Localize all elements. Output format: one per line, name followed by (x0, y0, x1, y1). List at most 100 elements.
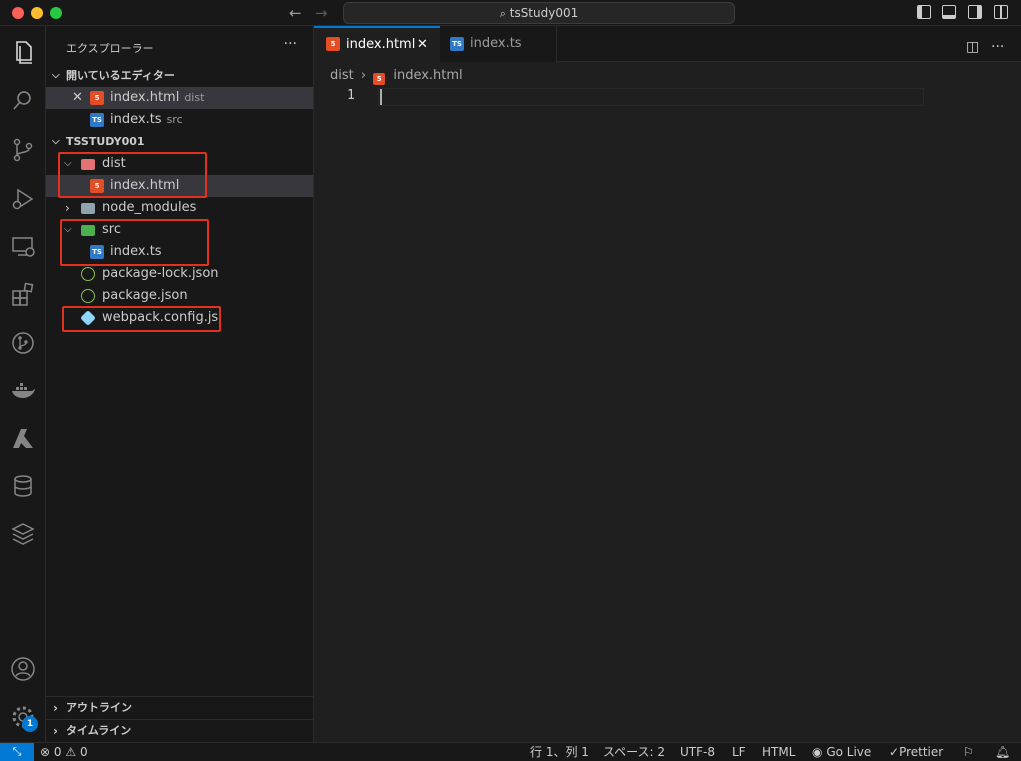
highlight-box-webpack (62, 306, 221, 332)
open-editor-item-index-html[interactable]: ✕ 5 index.html dist (46, 87, 313, 109)
highlight-box-dist (58, 152, 207, 198)
extensions-icon[interactable] (9, 281, 37, 309)
notifications-bell-icon[interactable]: 🔔︎ (995, 743, 1010, 761)
remote-indicator-icon[interactable]: ⤡ (0, 743, 34, 761)
customize-layout-icon[interactable] (994, 5, 1008, 19)
command-center[interactable]: ⌕ tsStudy001 (343, 2, 735, 24)
tree-item-label: package.json (102, 288, 188, 303)
tree-file-package-lock-json[interactable]: package-lock.json (46, 263, 313, 285)
prettier-label: Prettier (899, 745, 944, 759)
azure-icon[interactable] (9, 425, 37, 453)
error-icon: ⊗ (40, 745, 51, 759)
error-count: 0 (53, 745, 62, 759)
tree-item-label: node_modules (102, 200, 197, 215)
git-graph-icon[interactable] (9, 329, 37, 357)
html-file-icon: 5 (90, 91, 104, 105)
encoding[interactable]: UTF-8 (680, 743, 715, 761)
timeline-header[interactable]: › タイムライン (46, 720, 313, 742)
title-bar: ← → ⌕ tsStudy001 (0, 0, 1021, 26)
tree-folder-node-modules[interactable]: › node_modules (46, 197, 313, 219)
explorer-icon[interactable] (9, 38, 37, 66)
go-live-button[interactable]: ◉ Go Live (812, 743, 871, 761)
open-editor-label: index.html (110, 90, 180, 105)
project-header[interactable]: ⌵ TSSTUDY001 (46, 131, 313, 153)
warning-icon: ⚠ (65, 745, 77, 759)
chevron-right-icon: › (65, 201, 70, 215)
breadcrumb-folder[interactable]: dist (330, 68, 354, 83)
open-editor-item-index-ts[interactable]: TS index.ts src (46, 109, 313, 131)
tree-file-package-json[interactable]: package.json (46, 285, 313, 307)
cursor-position[interactable]: 行 1、列 1 (530, 743, 589, 761)
source-control-icon[interactable] (9, 136, 37, 164)
tab-index-html[interactable]: 5 index.html ✕ (314, 26, 440, 62)
ts-file-icon: TS (90, 113, 104, 127)
outline-header[interactable]: › アウトライン (46, 697, 313, 719)
breadcrumb-file[interactable]: index.html (393, 68, 462, 83)
json-file-icon (81, 289, 95, 303)
database-icon[interactable] (9, 472, 37, 500)
tab-label: index.html (346, 37, 416, 52)
timeline-title: タイムライン (66, 724, 132, 737)
json-file-icon (81, 267, 95, 281)
chevron-right-icon: › (53, 701, 58, 715)
close-window-button[interactable] (12, 7, 24, 19)
html-file-icon: 5 (326, 37, 340, 51)
close-icon[interactable]: ✕ (417, 28, 428, 62)
search-icon[interactable] (9, 87, 37, 115)
open-editors-header[interactable]: ⌵ 開いているエディター (46, 65, 313, 87)
language-mode[interactable]: HTML (762, 743, 795, 761)
status-bar: ⤡ ⊗ 0 ⚠ 0 行 1、列 1 スペース: 2 UTF-8 LF HTML … (0, 742, 1021, 761)
highlight-box-src (60, 219, 209, 266)
feedback-icon[interactable]: ⚐ (963, 743, 974, 761)
current-line-highlight (378, 88, 924, 106)
docker-icon[interactable] (9, 377, 37, 405)
tree-item-label: package-lock.json (102, 266, 219, 281)
stack-layers-icon[interactable] (9, 520, 37, 548)
split-editor-icon[interactable]: ◫ (966, 39, 979, 55)
project-title: TSSTUDY001 (66, 135, 145, 148)
explorer-sidebar: エクスプローラー ··· ⌵ 開いているエディター ✕ 5 index.html… (46, 26, 314, 742)
outline-title: アウトライン (66, 701, 132, 714)
html-file-icon: 5 (373, 73, 386, 85)
toggle-primary-sidebar-icon[interactable] (917, 5, 931, 19)
chevron-right-icon: › (53, 724, 58, 738)
broadcast-icon: ◉ (812, 745, 823, 759)
open-editor-desc: src (166, 113, 183, 126)
breadcrumb: dist › 5 index.html (330, 66, 463, 86)
tab-label: index.ts (470, 36, 522, 51)
more-actions-icon[interactable]: ··· (991, 39, 1004, 55)
prettier-button[interactable]: ✓Prettier (889, 743, 943, 761)
run-debug-icon[interactable] (9, 185, 37, 213)
open-editor-label: index.ts (110, 112, 162, 127)
back-arrow-icon[interactable]: ← (289, 3, 302, 23)
line-number: 1 (347, 88, 355, 103)
activity-bar: 1 (0, 26, 46, 742)
chevron-right-icon: › (360, 68, 367, 83)
ts-file-icon: TS (450, 37, 464, 51)
account-icon[interactable] (9, 655, 37, 683)
maximize-window-button[interactable] (50, 7, 62, 19)
folder-icon (81, 203, 95, 214)
code-editor[interactable] (314, 86, 1021, 742)
search-icon: ⌕ (499, 7, 506, 20)
indentation[interactable]: スペース: 2 (603, 743, 665, 761)
editor-tab-bar: 5 index.html ✕ TS index.ts (314, 26, 1021, 62)
go-live-label: Go Live (826, 745, 872, 759)
open-editor-desc: dist (184, 91, 205, 104)
text-cursor (380, 89, 382, 105)
settings-update-badge: 1 (22, 716, 38, 732)
open-editors-title: 開いているエディター (66, 69, 175, 82)
close-icon[interactable]: ✕ (72, 87, 83, 109)
chevron-down-icon: ⌵ (52, 70, 60, 81)
remote-explorer-icon[interactable] (9, 233, 37, 261)
explorer-title: エクスプローラー (66, 42, 154, 55)
problems-indicator[interactable]: ⊗ 0 ⚠ 0 (40, 743, 88, 761)
more-actions-icon[interactable]: ··· (284, 36, 297, 52)
minimize-window-button[interactable] (31, 7, 43, 19)
tab-index-ts[interactable]: TS index.ts (440, 26, 557, 62)
toggle-panel-icon[interactable] (942, 5, 956, 19)
toggle-secondary-sidebar-icon[interactable] (968, 5, 982, 19)
end-of-line[interactable]: LF (732, 743, 746, 761)
forward-arrow-icon[interactable]: → (315, 3, 328, 23)
chevron-down-icon: ⌵ (52, 136, 60, 147)
